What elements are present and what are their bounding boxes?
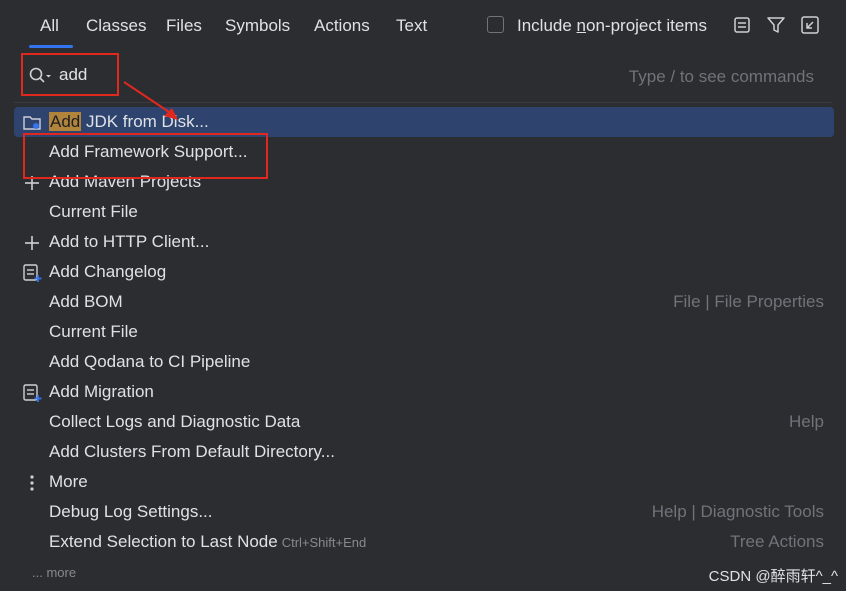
include-non-project-label[interactable]: Include non-project items (517, 16, 707, 36)
result-hint: Tree Actions (730, 532, 824, 551)
folder-jdk-icon (23, 116, 41, 130)
filter-icon[interactable] (765, 14, 787, 36)
shortcut-hint: Ctrl+Shift+End (281, 535, 367, 550)
list-item[interactable]: Add Changelog (14, 257, 834, 287)
result-label: Current File (49, 322, 138, 341)
tab-actions[interactable]: Actions (314, 16, 370, 36)
result-label: Current File (49, 202, 138, 221)
search-hint: Type / to see commands (628, 67, 814, 86)
tab-files[interactable]: Files (166, 16, 202, 36)
result-label: More (49, 472, 88, 491)
result-label: Add to HTTP Client... (49, 232, 210, 251)
result-label: Add Clusters From Default Directory... (49, 442, 335, 461)
watermark: CSDN @醉雨轩^_^ (708, 568, 838, 585)
result-hint: Help (789, 412, 824, 431)
list-item[interactable]: Collect Logs and Diagnostic Data Help (14, 407, 834, 437)
result-hint: Help | Diagnostic Tools (651, 502, 824, 521)
list-item[interactable]: Add Migration (14, 377, 834, 407)
result-label: Debug Log Settings... (49, 502, 213, 521)
list-item[interactable]: Current File (14, 197, 834, 227)
active-tab-indicator (29, 45, 73, 48)
result-label: Add Changelog (49, 262, 167, 281)
result-label: Add Migration (49, 382, 154, 401)
list-item[interactable]: Add Qodana to CI Pipeline (14, 347, 834, 377)
preview-panel-icon[interactable] (731, 14, 753, 36)
scope-tabs: All Classes Files Symbols Actions Text I… (0, 0, 846, 52)
annotation-arrow (123, 81, 178, 120)
list-item[interactable]: Add BOM File | File Properties (14, 287, 834, 317)
annotation-box-search (21, 53, 119, 96)
annotation-box-framework (23, 133, 268, 179)
list-item[interactable]: More (14, 467, 834, 497)
list-item[interactable]: Debug Log Settings... Help | Diagnostic … (14, 497, 834, 527)
tab-symbols[interactable]: Symbols (225, 16, 290, 36)
result-label: Add Qodana to CI Pipeline (49, 352, 251, 371)
result-hint: File | File Properties (673, 292, 824, 311)
changelog-add-icon (23, 384, 42, 402)
list-item[interactable]: Extend Selection to Last Node Ctrl+Shift+… (14, 527, 834, 557)
collapse-icon[interactable] (799, 14, 821, 36)
plus-icon (25, 236, 39, 250)
result-label: Collect Logs and Diagnostic Data (49, 412, 301, 431)
more-results-link[interactable]: ... more (32, 565, 76, 580)
tab-text[interactable]: Text (396, 16, 427, 36)
result-label: Extend Selection to Last Node Ctrl+Shift+… (49, 532, 367, 551)
vertical-dots-icon (30, 475, 34, 491)
list-item[interactable]: Current File (14, 317, 834, 347)
list-item[interactable]: Add to HTTP Client... (14, 227, 834, 257)
tab-classes[interactable]: Classes (86, 16, 146, 36)
list-item[interactable]: Add Clusters From Default Directory... (14, 437, 834, 467)
tab-all[interactable]: All (40, 16, 59, 36)
changelog-add-icon (23, 264, 42, 282)
result-label: Add BOM (49, 292, 123, 311)
include-non-project-checkbox[interactable] (487, 16, 504, 33)
